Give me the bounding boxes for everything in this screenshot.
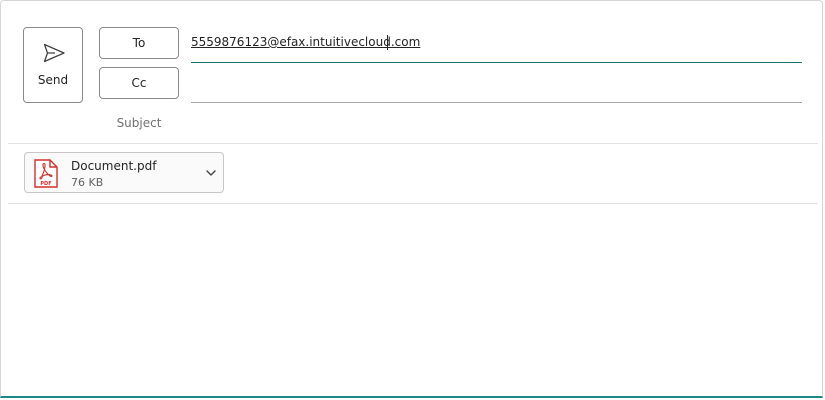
to-field[interactable]: 5559876123@efax.intuitivecloud.com	[191, 35, 420, 49]
to-button[interactable]: To	[99, 27, 179, 59]
attachment-card[interactable]: PDF Document.pdf 76 KB	[24, 152, 224, 193]
pdf-icon-text: PDF	[40, 181, 51, 187]
subject-field[interactable]: Subject	[99, 116, 179, 130]
pdf-file-icon: PDF	[34, 159, 58, 188]
chevron-down-icon[interactable]	[205, 168, 217, 178]
send-button[interactable]: Send	[23, 27, 83, 103]
attachment-name: Document.pdf	[71, 159, 157, 173]
cc-field[interactable]	[191, 102, 802, 103]
cc-button[interactable]: Cc	[99, 67, 179, 99]
send-icon	[43, 43, 65, 63]
header-divider	[8, 143, 818, 144]
attachment-size: 76 KB	[71, 176, 104, 189]
send-label: Send	[37, 73, 69, 87]
to-field-underline	[191, 62, 802, 63]
message-body[interactable]	[8, 205, 818, 395]
attachment-divider	[8, 203, 818, 204]
text-caret	[387, 35, 388, 50]
